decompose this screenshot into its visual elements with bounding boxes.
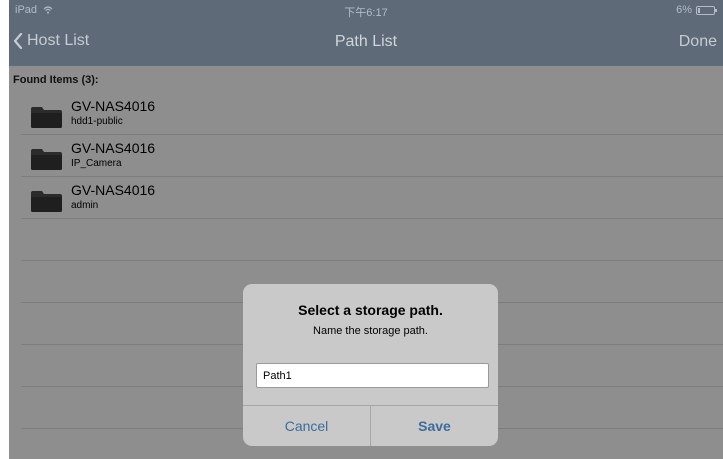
item-title: GV-NAS4016 bbox=[71, 182, 156, 198]
item-subtitle: hdd1-public bbox=[71, 116, 123, 127]
row-separator bbox=[21, 260, 723, 261]
list-item[interactable]: GV-NAS4016 IP_Camera bbox=[21, 136, 723, 177]
folder-icon bbox=[31, 191, 62, 212]
save-button[interactable]: Save bbox=[371, 406, 498, 446]
dialog-title: Select a storage path. bbox=[298, 302, 443, 318]
item-subtitle: IP_Camera bbox=[71, 158, 122, 169]
list-item[interactable]: GV-NAS4016 admin bbox=[21, 178, 723, 219]
status-right: 6% bbox=[676, 4, 717, 16]
folder-icon bbox=[31, 107, 62, 128]
navigation-bar: Host List Path List Done bbox=[9, 20, 723, 66]
cancel-button[interactable]: Cancel bbox=[243, 406, 370, 446]
status-bar: iPad 下午6:17 6% bbox=[9, 0, 723, 20]
ipad-screen: iPad 下午6:17 6% Host List Path List Done … bbox=[9, 0, 723, 459]
found-items-header: Found Items (3): bbox=[13, 74, 99, 86]
item-title: GV-NAS4016 bbox=[71, 140, 156, 156]
status-time: 下午6:17 bbox=[344, 7, 388, 19]
page-title: Path List bbox=[334, 33, 398, 50]
folder-icon bbox=[31, 149, 62, 170]
battery-fill bbox=[698, 7, 700, 13]
item-subtitle: admin bbox=[71, 200, 99, 211]
dialog-message: Name the storage path. bbox=[313, 325, 428, 337]
storage-path-dialog: Select a storage path. Name the storage … bbox=[243, 284, 498, 446]
item-title: GV-NAS4016 bbox=[71, 98, 156, 114]
battery-percent: 6% bbox=[676, 4, 692, 16]
battery-icon bbox=[696, 5, 717, 15]
done-button[interactable]: Done bbox=[679, 33, 717, 51]
list-item[interactable]: GV-NAS4016 hdd1-public bbox=[21, 94, 723, 135]
storage-path-input[interactable] bbox=[256, 363, 489, 388]
